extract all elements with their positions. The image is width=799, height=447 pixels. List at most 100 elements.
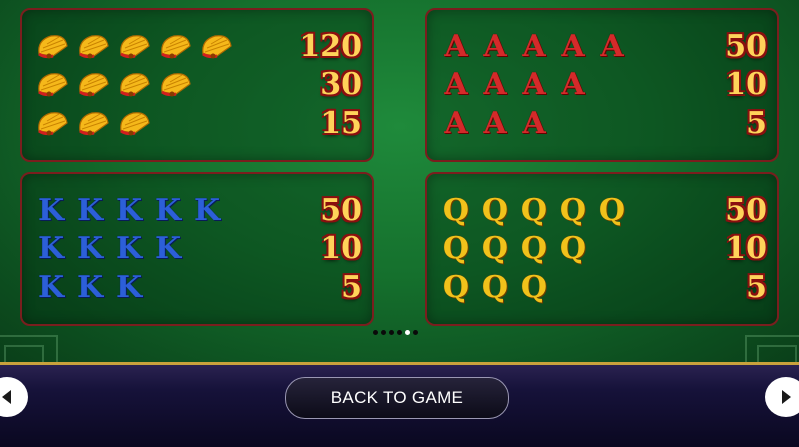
back-to-game-button[interactable]: BACK TO GAME	[285, 377, 509, 419]
symbol-q-icon: Q	[520, 193, 548, 228]
symbol-a-icon: A	[561, 67, 585, 102]
page-dot[interactable]	[389, 330, 394, 335]
symbol-q-icon: Q	[559, 231, 587, 266]
symbol-a-icon: A	[483, 67, 507, 102]
symbol-group: KKK	[34, 269, 151, 307]
paytable-panel-fan: 120 30 15	[20, 8, 374, 162]
payout-value: 5	[746, 106, 767, 141]
payout-value: 10	[725, 67, 767, 102]
symbol-k-icon: K	[115, 231, 143, 266]
symbol-q-icon: Q	[481, 231, 509, 266]
page-dot[interactable]	[413, 330, 418, 335]
paytable-row: 30	[22, 66, 372, 104]
payout-value: 50	[725, 193, 767, 228]
payout-value: 10	[725, 231, 767, 266]
paytable-row: 120	[22, 28, 372, 66]
symbol-q-icon: Q	[481, 193, 509, 228]
symbol-k-icon: K	[154, 193, 182, 228]
symbol-q-icon: Q	[442, 193, 470, 228]
symbol-group: KKKKK	[34, 192, 229, 230]
symbol-group	[34, 66, 198, 104]
symbol-a-icon: A	[444, 29, 468, 64]
payout-value: 120	[299, 29, 362, 64]
page-dot[interactable]	[397, 330, 402, 335]
symbol-k-icon: K	[115, 193, 143, 228]
paytable-panel-a: AAAAA 50 AAAA 10 AAA 5	[425, 8, 779, 162]
symbol-a-icon: A	[600, 29, 624, 64]
symbol-q-icon: Q	[559, 193, 587, 228]
symbol-q-icon: Q	[442, 231, 470, 266]
fan-icon	[75, 107, 111, 141]
symbol-q-icon: Q	[520, 231, 548, 266]
symbol-group: QQQQ	[439, 230, 595, 268]
paytable-row: KKK 5	[22, 269, 372, 307]
symbol-a-icon: A	[561, 29, 585, 64]
payout-value: 50	[725, 29, 767, 64]
fan-icon	[116, 30, 152, 64]
paytable-row: AAAAA 50	[427, 28, 777, 66]
paytable-row: QQQQ 10	[427, 230, 777, 268]
fan-icon	[34, 68, 70, 102]
paytable-row: QQQQQ 50	[427, 192, 777, 230]
symbol-k-icon: K	[37, 231, 65, 266]
chevron-left-icon	[2, 390, 11, 404]
symbol-a-icon: A	[522, 67, 546, 102]
fan-icon	[75, 68, 111, 102]
symbol-q-icon: Q	[520, 270, 548, 305]
paytable-row: 15	[22, 105, 372, 143]
fan-icon	[157, 30, 193, 64]
fan-icon	[34, 107, 70, 141]
chevron-right-icon	[782, 390, 791, 404]
next-page-button[interactable]	[765, 377, 799, 417]
paytable-row: AAAA 10	[427, 66, 777, 104]
symbol-k-icon: K	[76, 193, 104, 228]
payout-value: 10	[320, 231, 362, 266]
symbol-group: QQQ	[439, 269, 556, 307]
fan-icon	[157, 68, 193, 102]
fan-icon	[75, 30, 111, 64]
symbol-q-icon: Q	[598, 193, 626, 228]
symbol-k-icon: K	[115, 270, 143, 305]
page-dot[interactable]	[381, 330, 386, 335]
symbol-a-icon: A	[483, 29, 507, 64]
symbol-a-icon: A	[444, 106, 468, 141]
payout-value: 30	[320, 67, 362, 102]
symbol-k-icon: K	[37, 270, 65, 305]
symbol-group: KKKK	[34, 230, 190, 268]
payout-value: 15	[320, 106, 362, 141]
symbol-q-icon: Q	[442, 270, 470, 305]
symbol-a-icon: A	[444, 67, 468, 102]
symbol-q-icon: Q	[481, 270, 509, 305]
symbol-group: AAA	[439, 105, 556, 143]
paytable-row: KKKK 10	[22, 230, 372, 268]
border-ornament	[745, 335, 799, 362]
symbol-group: AAAA	[439, 66, 595, 104]
fan-icon	[198, 30, 234, 64]
symbol-k-icon: K	[37, 193, 65, 228]
page-dot[interactable]	[373, 330, 378, 335]
symbol-a-icon: A	[522, 106, 546, 141]
paytable-row: AAA 5	[427, 105, 777, 143]
page-indicator[interactable]	[373, 330, 421, 335]
symbol-k-icon: K	[193, 193, 221, 228]
paytable-panel-q: QQQQQ 50 QQQQ 10 QQQ 5	[425, 172, 779, 326]
paytable-row: KKKKK 50	[22, 192, 372, 230]
paytable-area: 120 30 15 AAAAA 50 AAAA 10 AAA 5 KKKKK 5…	[0, 0, 799, 362]
paytable-panel-k: KKKKK 50 KKKK 10 KKK 5	[20, 172, 374, 326]
border-ornament	[0, 335, 58, 362]
payout-value: 50	[320, 193, 362, 228]
paytable-row: QQQ 5	[427, 269, 777, 307]
symbol-group	[34, 28, 239, 66]
fan-icon	[116, 107, 152, 141]
fan-icon	[116, 68, 152, 102]
symbol-group: QQQQQ	[439, 192, 634, 230]
symbol-k-icon: K	[154, 231, 182, 266]
payout-value: 5	[341, 270, 362, 305]
symbol-k-icon: K	[76, 270, 104, 305]
symbol-group: AAAAA	[439, 28, 634, 66]
symbol-group	[34, 105, 157, 143]
fan-icon	[34, 30, 70, 64]
symbol-k-icon: K	[76, 231, 104, 266]
payout-value: 5	[746, 270, 767, 305]
page-dot[interactable]	[405, 330, 410, 335]
